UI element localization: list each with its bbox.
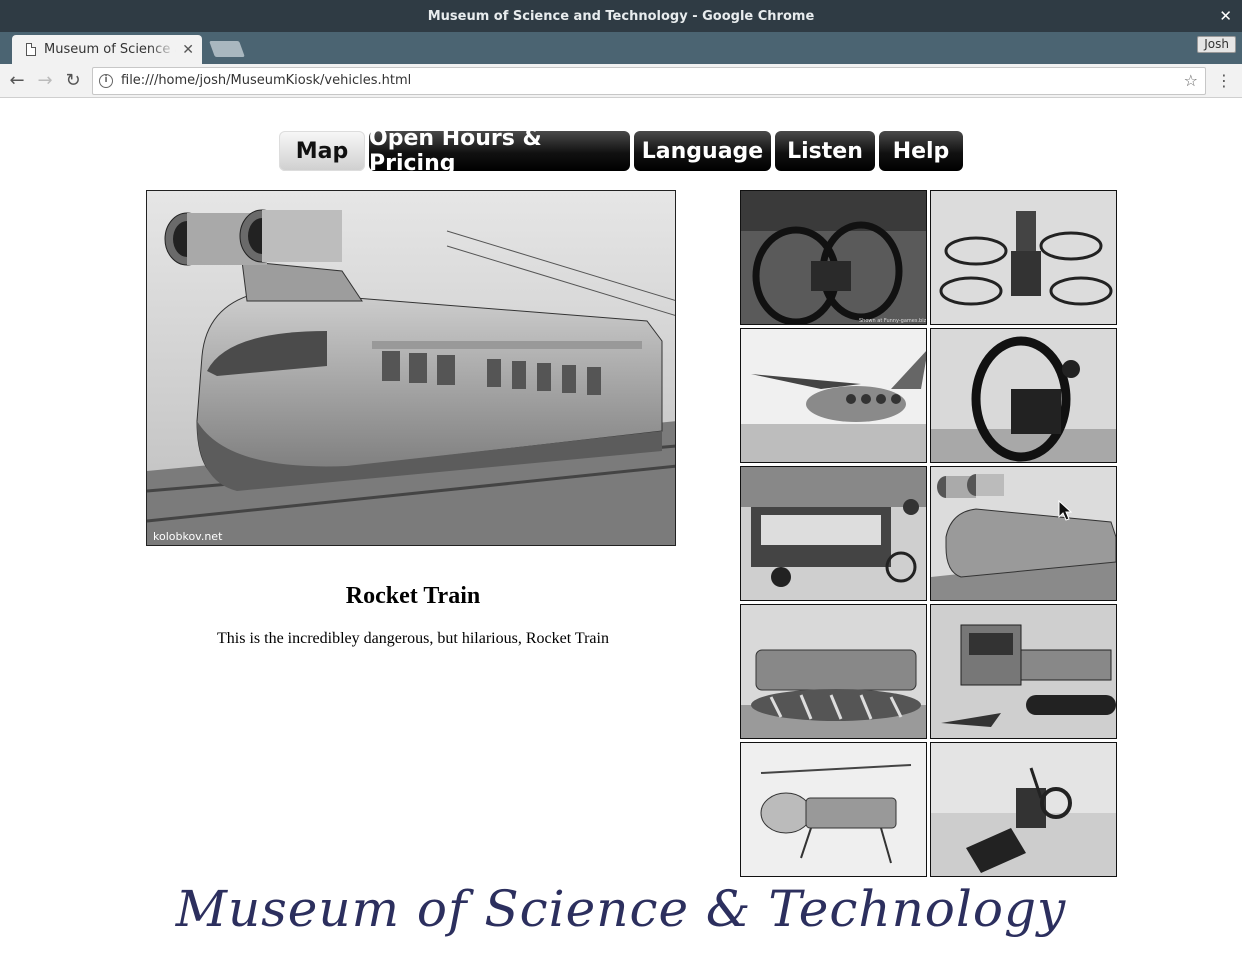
nav-button-language[interactable]: Language <box>634 131 771 171</box>
image-watermark: kolobkov.net <box>153 530 223 543</box>
browser-toolbar: ← → ↻ i file:///home/josh/MuseumKiosk/ve… <box>0 64 1242 98</box>
gallery-thumbnail-screw-propelled-vehicle[interactable] <box>740 604 927 739</box>
gallery-thumbnail-monowheel-motorcycle[interactable] <box>930 328 1117 463</box>
featured-vehicle-description: This is the incredibley dangerous, but h… <box>217 630 609 647</box>
museum-title: Museum of Science & Technology <box>175 880 1067 938</box>
nav-button-listen[interactable]: Listen <box>775 131 875 171</box>
document-icon <box>26 43 36 56</box>
new-tab-button[interactable] <box>209 41 245 57</box>
info-icon[interactable]: i <box>99 74 113 88</box>
profile-button[interactable]: Josh <box>1197 36 1236 53</box>
tab-strip: Museum of Science and Technology ✕ Josh <box>0 32 1242 64</box>
gallery-thumbnail-rocket-train[interactable] <box>930 466 1117 601</box>
nav-button-help[interactable]: Help <box>879 131 963 171</box>
window-close-icon[interactable]: ✕ <box>1219 7 1232 25</box>
featured-vehicle-image: kolobkov.net <box>146 190 676 546</box>
gallery-thumbnail-tracked-truck[interactable] <box>930 604 1117 739</box>
back-arrow-icon[interactable]: ← <box>6 70 28 92</box>
thumbnail-caption: Shown at Funny-games.biz <box>859 318 927 324</box>
mouse-cursor-icon <box>1058 500 1072 521</box>
gallery-thumbnail-army-flying-platform[interactable] <box>740 742 927 877</box>
gallery-thumbnail-ekranoplan[interactable] <box>740 328 927 463</box>
tab-close-icon[interactable]: ✕ <box>182 42 194 58</box>
nav-button-hours-pricing[interactable]: Open Hours & Pricing <box>369 126 630 176</box>
address-url: file:///home/josh/MuseumKiosk/vehicles.h… <box>121 73 412 88</box>
bookmark-star-icon[interactable]: ☆ <box>1184 68 1198 94</box>
forward-arrow-icon[interactable]: → <box>34 70 56 92</box>
menu-dots-icon[interactable]: ⋮ <box>1216 71 1232 91</box>
featured-vehicle-title: Rocket Train <box>345 583 481 609</box>
reload-icon[interactable]: ↻ <box>62 70 84 92</box>
gallery-thumbnail-snow-motorcycle[interactable] <box>930 742 1117 877</box>
tab-title: Museum of Science and Technology <box>44 42 176 57</box>
gallery-thumbnail-hoverbike[interactable] <box>930 190 1117 325</box>
address-bar[interactable]: i file:///home/josh/MuseumKiosk/vehicles… <box>92 67 1206 95</box>
nav-button-map[interactable]: Map <box>279 131 365 171</box>
window-title: Museum of Science and Technology - Googl… <box>427 8 815 24</box>
window-titlebar: Museum of Science and Technology - Googl… <box>0 0 1242 32</box>
gallery-thumbnail-monowheel-car[interactable]: Shown at Funny-games.biz <box>740 190 927 325</box>
gallery-thumbnail-bus-bicycle[interactable] <box>740 466 927 601</box>
browser-tab[interactable]: Museum of Science and Technology ✕ <box>12 35 202 64</box>
